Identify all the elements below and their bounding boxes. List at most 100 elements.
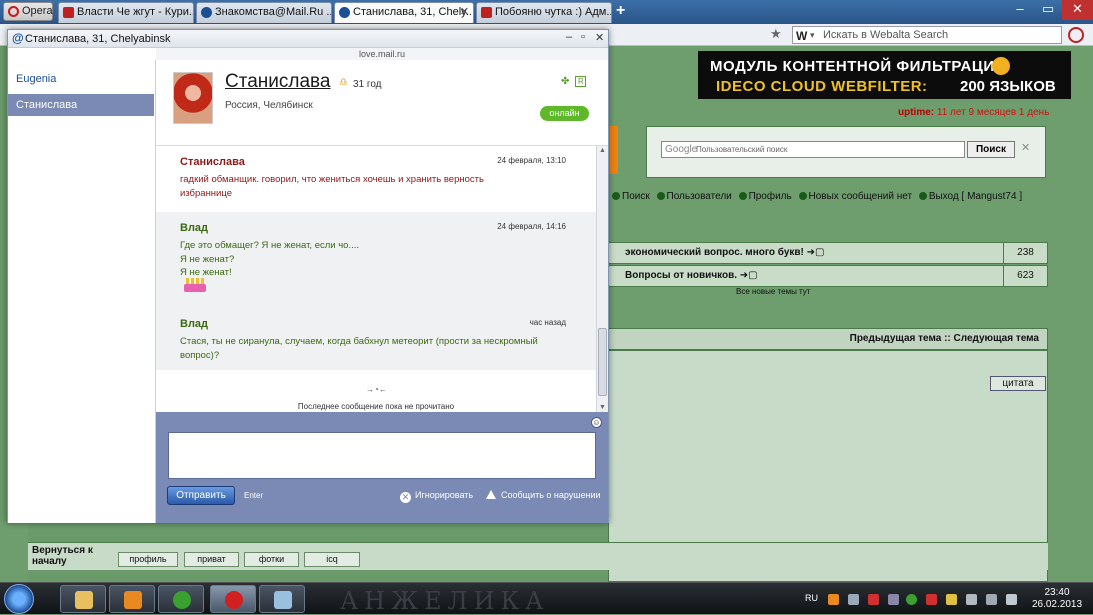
send-button[interactable]: Отправить [167, 486, 235, 505]
tray-icon[interactable] [848, 594, 859, 605]
tray-icon[interactable] [926, 594, 937, 605]
volume-icon[interactable] [986, 594, 997, 605]
nav-search[interactable]: Поиск [622, 191, 650, 202]
chevron-down-icon[interactable]: ▾ [810, 27, 815, 43]
tab-pobojanyu[interactable]: Побояню чутка :) Адм... [476, 2, 612, 23]
google-search-placeholder: Пользовательский поиск [696, 145, 788, 154]
status-badge: онлайн [540, 106, 589, 121]
mail-at-icon: @ [12, 31, 24, 45]
topic-title[interactable]: экономический вопрос. много букв! ➜▢ [625, 247, 824, 258]
scroll-up-icon[interactable]: ▲ [599, 147, 606, 154]
uptime-label: uptime: [898, 107, 935, 118]
language-indicator[interactable]: RU [805, 593, 818, 603]
tray-icon[interactable] [868, 594, 879, 605]
icq-button[interactable]: icq [304, 552, 360, 567]
tray-icon[interactable] [1006, 594, 1017, 605]
message-line: гадкий обманщик. говорил, что жениться х… [180, 174, 484, 185]
tab-znakomstva[interactable]: Знакомства@Mail.Ru ... [196, 2, 332, 23]
tab-label: Власти Че жгут - Кури... [77, 6, 194, 18]
messages-icon [798, 192, 807, 200]
maximize-icon[interactable]: ▫ [581, 31, 585, 43]
tab-vlasti[interactable]: Власти Че жгут - Кури... [58, 2, 194, 23]
r-badge[interactable]: R [575, 76, 587, 87]
chat-title-bar[interactable]: @ Станислава, 31, Chelyabinsk – ▫ ✕ [8, 30, 608, 48]
photos-button[interactable]: фотки [244, 552, 299, 567]
media-player-icon [124, 591, 142, 609]
minimize-icon[interactable]: – [1006, 0, 1034, 20]
bookmark-star-icon[interactable]: ★ [770, 26, 782, 42]
scroll-down-icon[interactable]: ▼ [599, 404, 606, 411]
nav-no-new[interactable]: Новых сообщений нет [809, 191, 913, 202]
message-author: Станислава [180, 156, 245, 168]
scrollbar-thumb[interactable] [598, 328, 607, 396]
tab-favicon-icon [339, 7, 350, 18]
ignore-button[interactable]: ✕ Игнорировать [400, 490, 473, 503]
webalta-search-input[interactable]: W ▾ Искать в Webalta Search [792, 26, 1062, 44]
search-engine-icon[interactable] [1068, 27, 1084, 43]
browser-tab-bar: Opera Власти Че жгут - Кури... Знакомств… [0, 0, 1093, 24]
list-item: Влад 24 февраля, 14:16 Где это обмащег? … [156, 212, 596, 308]
contact-eugenia[interactable]: Eugenia [8, 68, 154, 90]
topic-title[interactable]: Вопросы от новичков. ➜▢ [625, 270, 758, 281]
tab-favicon-icon [201, 7, 212, 18]
message-line: Я не женат! [180, 267, 232, 278]
profile-name[interactable]: Станислава [225, 71, 330, 93]
tab-label: Станислава, 31, Chely... [353, 6, 474, 18]
quote-button[interactable]: цитата [990, 376, 1046, 391]
taskbar-app[interactable] [259, 585, 305, 613]
table-row[interactable]: экономический вопрос. много букв! ➜▢ 238 [608, 242, 1048, 264]
private-button[interactable]: приват [184, 552, 239, 567]
tab-stanislava[interactable]: Станислава, 31, Chely... ✕ [334, 2, 474, 23]
post-footer: Вернуться к началу профиль приват фотки … [28, 542, 1048, 570]
opera-icon [225, 591, 243, 609]
windows-taskbar: АНЖЕЛИКА RU 23:40 26.02.2013 [0, 582, 1093, 615]
enter-hint: Enter [244, 491, 264, 500]
system-clock[interactable]: 23:40 26.02.2013 [1030, 587, 1084, 611]
wallpaper-text: АНЖЕЛИКА [340, 587, 550, 615]
tray-icon[interactable] [888, 594, 899, 605]
close-icon[interactable]: ✕ [595, 31, 604, 44]
back-to-top-link[interactable]: Вернуться к началу [32, 545, 106, 567]
nav-users[interactable]: Пользователи [667, 191, 732, 202]
prev-next-topic[interactable]: Предыдущая тема :: Следующая тема [608, 328, 1048, 350]
clear-icon[interactable]: ✕ [1021, 141, 1030, 154]
taskbar-explorer[interactable] [60, 585, 106, 613]
minimize-icon[interactable]: – [566, 31, 572, 43]
nav-logout[interactable]: Выход [ Mangust74 ] [929, 191, 1022, 202]
zodiac-icon: ♎ [339, 77, 348, 88]
google-search-panel: Google Пользовательский поиск Поиск ✕ [646, 126, 1046, 178]
taskbar-media-player[interactable] [109, 585, 155, 613]
message-author: Влад [180, 222, 209, 234]
tray-icon[interactable] [828, 594, 839, 605]
google-search-button[interactable]: Поиск [967, 141, 1015, 158]
contact-stanislava[interactable]: Станислава [8, 94, 154, 116]
banner-line3: 200 ЯЗЫКОВ [960, 78, 1056, 95]
message-history: Станислава 24 февраля, 13:10 гадкий обма… [156, 146, 596, 412]
google-label: Google [665, 144, 698, 155]
tab-close-icon[interactable]: ✕ [460, 3, 469, 22]
opera-menu-button[interactable]: Opera [3, 2, 53, 21]
profile-button[interactable]: профиль [118, 552, 178, 567]
google-search-input[interactable]: Google Пользовательский поиск [661, 141, 965, 158]
tray-icon[interactable] [946, 594, 957, 605]
network-icon[interactable] [966, 594, 977, 605]
tab-favicon-icon [481, 7, 492, 18]
all-new-topics-link[interactable]: Все новые темы тут [736, 287, 810, 296]
clock-date: 26.02.2013 [1031, 599, 1083, 610]
table-row[interactable]: Вопросы от новичков. ➜▢ 623 [608, 265, 1048, 287]
report-button[interactable]: Сообщить о нарушении [486, 490, 601, 500]
avatar[interactable] [173, 72, 213, 124]
maximize-icon[interactable]: ▭ [1034, 0, 1062, 20]
nav-profile[interactable]: Профиль [749, 191, 792, 202]
new-tab-button[interactable]: + [616, 2, 625, 20]
history-scrollbar[interactable]: ▲ ▼ [596, 146, 608, 412]
taskbar-utorrent[interactable] [158, 585, 204, 613]
start-button[interactable] [4, 584, 34, 614]
tray-icon[interactable] [906, 594, 917, 605]
taskbar-opera[interactable] [210, 585, 256, 613]
ad-banner[interactable]: МОДУЛЬ КОНТЕНТНОЙ ФИЛЬТРАЦИИ IDECO CLOUD… [698, 51, 1071, 99]
message-input[interactable] [168, 432, 596, 479]
smiley-icon[interactable]: ☺ [591, 417, 602, 428]
gift-icon[interactable]: ✤ [561, 76, 569, 87]
close-icon[interactable]: ✕ [1062, 0, 1093, 20]
